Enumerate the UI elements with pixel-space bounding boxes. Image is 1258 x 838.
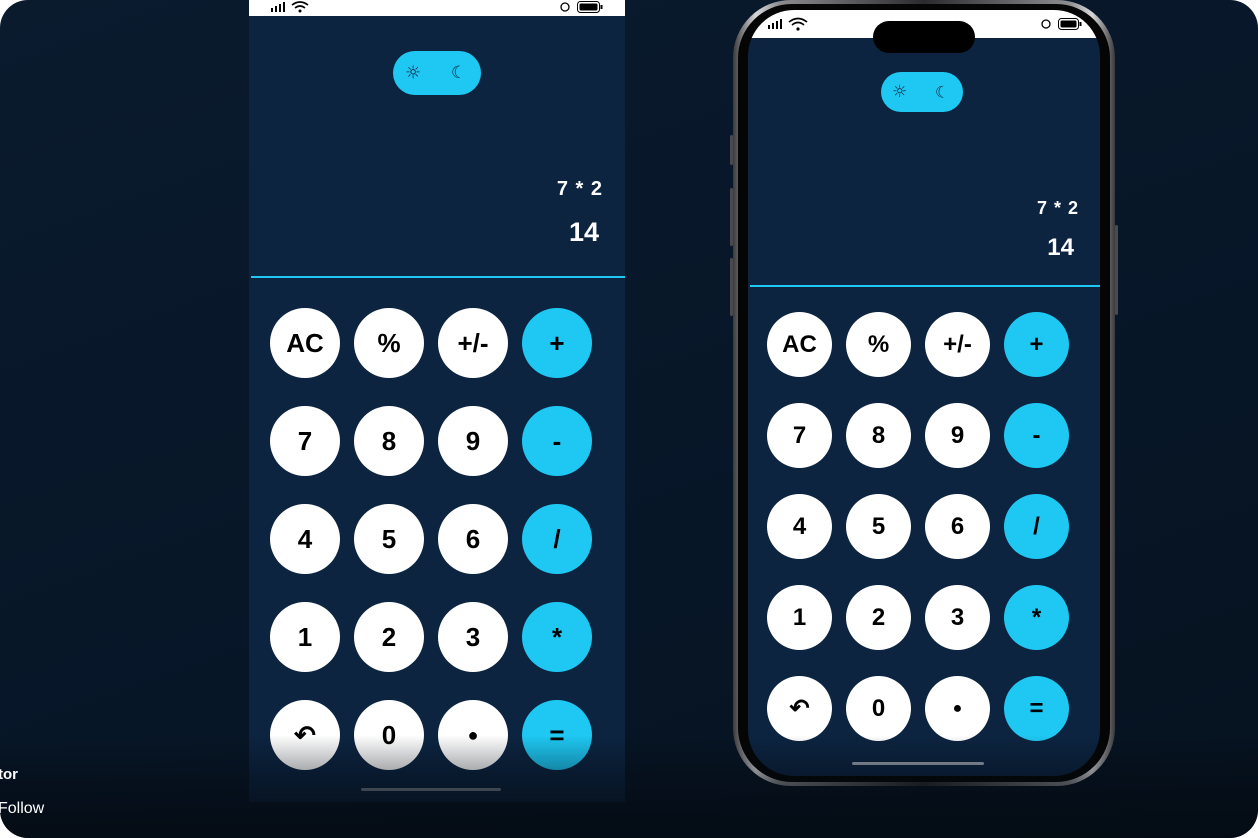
key-4[interactable]: 4: [270, 504, 340, 574]
status-right: [1040, 10, 1082, 38]
key-3[interactable]: 3: [925, 585, 990, 650]
key-5[interactable]: 5: [846, 494, 911, 559]
key-divide[interactable]: /: [1004, 494, 1069, 559]
bottom-gradient-overlay: [0, 735, 1258, 838]
status-left: [271, 0, 309, 16]
phone-bezel: ☼ ☾ 7 * 2 14 AC % +/- + 7 8 9 - 4 5 6 / …: [738, 4, 1110, 782]
key-6[interactable]: 6: [925, 494, 990, 559]
key-ac[interactable]: AC: [270, 308, 340, 378]
key-ac[interactable]: AC: [767, 312, 832, 377]
key-decimal[interactable]: ●: [925, 676, 990, 741]
display-divider: [251, 276, 625, 278]
signal-icon: [271, 2, 285, 12]
screenshot-canvas: ☼ ☾ 7 * 2 14 AC % +/- + 7 8 9 - 4 5 6 / …: [0, 0, 1258, 838]
key-7[interactable]: 7: [767, 403, 832, 468]
wifi-icon: [788, 17, 808, 31]
key-6[interactable]: 6: [438, 504, 508, 574]
key-3[interactable]: 3: [438, 602, 508, 672]
wifi-icon: [291, 1, 309, 13]
calculator-screen-flat: ☼ ☾ 7 * 2 14 AC % +/- + 7 8 9 - 4 5 6 / …: [249, 0, 625, 802]
key-percent[interactable]: %: [354, 308, 424, 378]
key-subtract[interactable]: -: [1004, 403, 1069, 468]
expression-display: 7 * 2: [556, 178, 603, 200]
follow-link[interactable]: Follow: [0, 800, 44, 818]
key-2[interactable]: 2: [846, 585, 911, 650]
key-add[interactable]: +: [522, 308, 592, 378]
dynamic-island: [873, 21, 975, 53]
battery-icon: [1058, 18, 1082, 30]
status-right: [559, 0, 603, 16]
key-8[interactable]: 8: [354, 406, 424, 476]
status-bar: [249, 0, 625, 16]
theme-toggle[interactable]: ☼ ☾: [393, 51, 481, 95]
key-plus-minus[interactable]: +/-: [438, 308, 508, 378]
alarm-icon: [560, 2, 570, 12]
key-0[interactable]: 0: [846, 676, 911, 741]
sun-icon[interactable]: ☼: [405, 63, 421, 84]
result-display: 14: [568, 217, 599, 247]
keypad: AC % +/- + 7 8 9 - 4 5 6 / 1 2 3 * ↶ 0 ●…: [767, 312, 1069, 741]
result-display: 14: [1047, 234, 1074, 261]
key-multiply[interactable]: *: [1004, 585, 1069, 650]
status-left: [768, 10, 808, 38]
phone-mockup: ☼ ☾ 7 * 2 14 AC % +/- + 7 8 9 - 4 5 6 / …: [733, 0, 1115, 786]
key-4[interactable]: 4: [767, 494, 832, 559]
key-1[interactable]: 1: [767, 585, 832, 650]
key-5[interactable]: 5: [354, 504, 424, 574]
moon-icon[interactable]: ☾: [451, 63, 466, 83]
key-divide[interactable]: /: [522, 504, 592, 574]
key-9[interactable]: 9: [438, 406, 508, 476]
sun-icon[interactable]: ☼: [892, 82, 907, 102]
battery-icon: [577, 1, 603, 13]
alarm-icon: [1041, 19, 1051, 29]
key-subtract[interactable]: -: [522, 406, 592, 476]
author-name[interactable]: tor: [0, 766, 18, 783]
key-1[interactable]: 1: [270, 602, 340, 672]
key-7[interactable]: 7: [270, 406, 340, 476]
key-2[interactable]: 2: [354, 602, 424, 672]
key-equals[interactable]: =: [1004, 676, 1069, 741]
key-percent[interactable]: %: [846, 312, 911, 377]
display-divider: [750, 285, 1100, 287]
signal-icon: [768, 19, 782, 29]
moon-icon[interactable]: ☾: [935, 83, 949, 102]
theme-toggle[interactable]: ☼ ☾: [881, 72, 963, 112]
key-add[interactable]: +: [1004, 312, 1069, 377]
key-8[interactable]: 8: [846, 403, 911, 468]
key-plus-minus[interactable]: +/-: [925, 312, 990, 377]
phone-power-button: [1115, 225, 1118, 315]
expression-display: 7 * 2: [1036, 198, 1079, 218]
key-multiply[interactable]: *: [522, 602, 592, 672]
undo-icon[interactable]: ↶: [767, 676, 832, 741]
calculator-screen-phone: ☼ ☾ 7 * 2 14 AC % +/- + 7 8 9 - 4 5 6 / …: [748, 10, 1100, 776]
key-9[interactable]: 9: [925, 403, 990, 468]
keypad: AC % +/- + 7 8 9 - 4 5 6 / 1 2 3 * ↶ 0 ●…: [270, 308, 592, 770]
